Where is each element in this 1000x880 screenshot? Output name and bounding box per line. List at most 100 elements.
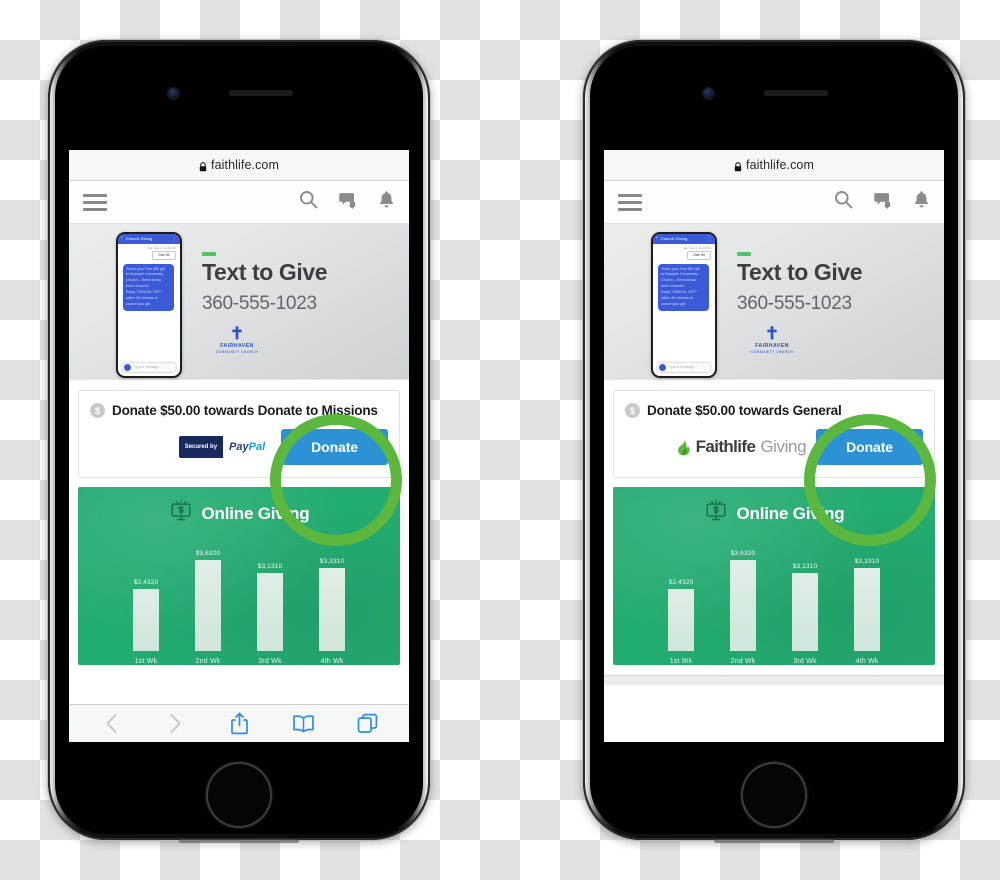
chart-bar-value: $3,6320 [730,550,756,557]
paypal-secured-label: Secured by [178,436,224,458]
chart-bar [730,560,756,651]
page-scroll-edge [604,675,944,685]
hero-accent-dash [202,251,216,256]
sms-back-chevron-icon: ‹ [656,235,658,241]
phone-device-right: faithlife.com ‹ Church Giving ⋮ Sat, Nov… [583,40,965,843]
sms-reply-line: cancel your gift. [661,302,687,307]
nav-actions [299,190,395,214]
url-text: faithlife.com [211,158,279,172]
sms-phone-mockup: ‹ Church Giving ⋮ Sat, Nov 4, 11:23 AM G… [651,231,717,378]
text-to-give-hero: ‹ Church Giving ⋮ Sat, Nov 4, 11:23 AM G… [604,224,944,380]
paypal-word-pay: Pay [229,441,249,453]
chart-bar-category: 4th Wk [855,658,879,665]
site-navigation-bar [69,181,409,224]
online-giving-chart: Online Giving $2,4320 1st Wk $3,6320 2nd… [613,487,935,665]
tabs-icon[interactable] [354,711,380,737]
chart-bar-category: 3rd Wk [258,658,282,665]
back-icon[interactable] [98,711,124,737]
front-camera-icon [703,88,714,99]
dollar-coin-icon: $ [625,403,640,418]
church-name: FAIRHAVEN [220,342,254,349]
share-icon[interactable] [226,711,252,737]
home-button[interactable] [741,762,807,828]
safari-url-bar[interactable]: faithlife.com [69,150,409,181]
book-icon[interactable] [290,711,316,737]
chart-bar-value: $2,4320 [668,579,694,586]
chart-bar-category: 3rd Wk [793,658,817,665]
faithlife-wordmark: Faithlife [695,437,756,456]
chat-bubbles-icon[interactable] [873,190,893,214]
sms-menu-dots-icon: ⋮ [172,235,177,242]
hamburger-menu-icon[interactable] [618,190,642,215]
sms-reply-bubble: Thank you! Your $50 gift to Example Comm… [123,263,174,312]
sms-mockup-header: ‹ Church Giving ⋮ [118,233,180,244]
chart-bar [319,568,345,651]
safari-bottom-toolbar [69,704,409,742]
sms-sent-message: Give 50 [152,250,176,260]
church-subtitle: COMMUNITY CHURCH [215,349,259,354]
chart-title: Online Giving [201,503,310,523]
sms-reply-line: Reply "CANCEL GIFT" [126,290,163,295]
forward-icon[interactable] [162,711,188,737]
safari-url-bar[interactable]: faithlife.com [604,150,944,181]
text-to-give-hero: ‹ Church Giving ⋮ Sat, Nov 4, 11:23 AM G… [69,224,409,380]
chart-bar [257,573,283,651]
sms-back-chevron-icon: ‹ [121,235,123,241]
chart-bar-category: 1st Wk [669,658,693,665]
chart-bar-group: $3,3310 4th Wk [854,558,880,665]
sms-mockup-header: ‹ Church Giving ⋮ [653,233,715,244]
donate-button[interactable]: Donate [281,429,388,465]
site-navigation-bar [604,181,944,224]
lock-icon [734,161,742,172]
hero-text-block: Text to Give 360-555-1023 ✝ FAIRHAVEN CO… [202,250,328,354]
sms-conversation-title: Church Giving [125,236,153,241]
paypal-word-pal: Pal [248,441,266,453]
sms-input-field: Type a message... [656,361,712,373]
sms-reply-line: Thank you! Your $50 gift [661,266,700,271]
chart-bar-group: $3,6320 2nd Wk [195,550,221,665]
monitor-dollar-icon [704,499,728,528]
search-icon[interactable] [299,190,318,214]
sms-phone-mockup: ‹ Church Giving ⋮ Sat, Nov 4, 11:23 AM G… [116,231,182,378]
chart-bar-group: $3,3310 4th Wk [319,558,345,665]
chart-bar [195,560,221,651]
online-giving-section-right: Online Giving $2,4320 1st Wk $3,6320 2nd… [604,487,944,665]
paypal-wordmark: Pay Pal [223,436,272,458]
church-subtitle: COMMUNITY CHURCH [750,349,794,354]
hero-title: Text to Give [737,258,863,285]
sms-timestamp: Sat, Nov 4, 11:23 AM [147,245,176,250]
sms-input-placeholder: Type a message... [669,365,697,369]
home-button[interactable] [206,762,272,828]
chart-bar [854,568,880,651]
sms-reply-line: Church – General has [661,278,697,283]
chart-bar-group: $2,4320 1st Wk [668,579,694,665]
phone-device-left: faithlife.com ‹ Church Giving ⋮ Sat, Nov… [48,40,430,843]
chart-title-row: Online Giving [613,487,935,528]
chat-bubbles-icon[interactable] [338,190,358,214]
donate-headline-row: $ Donate $50.00 towards General [625,403,923,418]
search-icon[interactable] [834,190,853,214]
chart-bar-group: $3,1310 3rd Wk [257,563,283,665]
hero-phone-number: 360-555-1023 [737,292,852,314]
chart-bar [668,589,694,651]
chart-bar-value: $3,3310 [319,558,345,565]
donate-card: $ Donate $50.00 towards General Faithlif… [613,390,935,478]
sms-reply-bubble: Thank you! Your $50 gift to Example Comm… [658,263,709,312]
hero-title: Text to Give [202,258,328,285]
sms-reply-line: been received. [661,284,685,289]
chart-bar-value: $3,1310 [257,563,283,570]
sms-reply-line: Church – General has [126,278,162,283]
donate-button[interactable]: Donate [816,429,923,465]
faithlife-giving-logo: Faithlife Giving [677,437,807,457]
bell-icon[interactable] [913,190,930,214]
sms-reply-line: Thank you! Your $50 gift [126,266,165,271]
chart-bar-category: 1st Wk [134,658,158,665]
donate-section-right: $ Donate $50.00 towards General Faithlif… [604,380,944,487]
chart-bar-group: $3,1310 3rd Wk [792,563,818,665]
chart-bars: $2,4320 1st Wk $3,6320 2nd Wk $3,1310 3r… [613,541,935,665]
bell-icon[interactable] [378,190,395,214]
bottom-speaker-grille [179,839,299,843]
chart-bar [133,589,159,651]
chart-bar-value: $2,4320 [133,579,159,586]
hamburger-menu-icon[interactable] [83,190,107,215]
